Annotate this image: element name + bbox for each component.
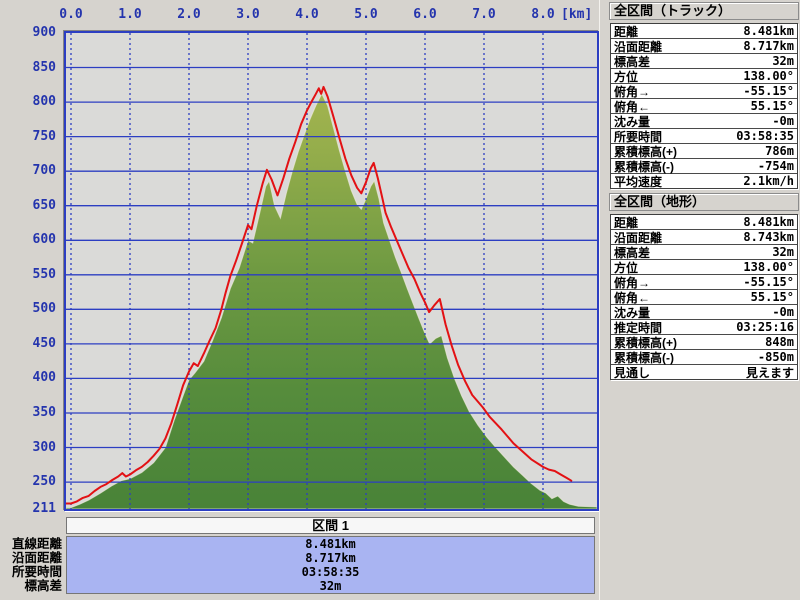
y-tick-label: 211 bbox=[4, 502, 56, 516]
y-tick-label: 800 bbox=[4, 95, 56, 109]
stat-value: 8.481km bbox=[743, 215, 794, 229]
y-tick-label: 700 bbox=[4, 164, 56, 178]
stat-value: -55.15° bbox=[743, 84, 794, 98]
y-tick-label: 400 bbox=[4, 371, 56, 385]
elevation-profile-window: { "colors": { "window_bg": "#d6d3ce", "p… bbox=[0, 0, 800, 600]
stat-value: -55.15° bbox=[743, 275, 794, 289]
terrain-section-title: 全区間（地形） bbox=[614, 194, 705, 209]
x-tick-label: 5.0 bbox=[354, 7, 377, 22]
segment-values-box: 8.481km8.717km03:58:3532m bbox=[66, 536, 595, 594]
terrain-stats-table: 距離8.481km沿面距離8.743km標高差32m方位138.00°俯角→-5… bbox=[610, 214, 798, 380]
y-tick-label: 900 bbox=[4, 26, 56, 40]
terrain-section-header: 全区間（地形） bbox=[609, 193, 799, 211]
track-stats-table: 距離8.481km沿面距離8.717km標高差32m方位138.00°俯角→-5… bbox=[610, 23, 798, 189]
stats-panel: 全区間（トラック） 距離8.481km沿面距離8.717km標高差32m方位13… bbox=[608, 0, 800, 600]
stat-value: 03:25:16 bbox=[736, 320, 794, 334]
x-tick-label: 7.0 bbox=[472, 7, 495, 22]
stat-row: 見通し 見えます bbox=[611, 365, 797, 379]
stat-value: 8.743km bbox=[743, 230, 794, 244]
stat-value: 848m bbox=[765, 335, 794, 349]
stat-value: 03:58:35 bbox=[736, 129, 794, 143]
stat-row: 標高差32m bbox=[611, 245, 797, 260]
segment-label: 沿面距離 bbox=[0, 551, 62, 565]
y-tick-label: 550 bbox=[4, 268, 56, 282]
segment-value: 8.717km bbox=[67, 551, 594, 565]
segment-label: 直線距離 bbox=[0, 537, 62, 551]
stat-value: -850m bbox=[758, 350, 794, 364]
stat-value: 32m bbox=[772, 245, 794, 259]
stat-label: 平均速度 bbox=[614, 173, 662, 190]
x-tick-label: 4.0 bbox=[295, 7, 318, 22]
y-tick-label: 450 bbox=[4, 337, 56, 351]
stat-value: 138.00° bbox=[743, 69, 794, 83]
stat-value: 2.1km/h bbox=[743, 174, 794, 188]
segment-value: 32m bbox=[67, 579, 594, 593]
x-tick-label: 2.0 bbox=[177, 7, 200, 22]
y-tick-label: 850 bbox=[4, 61, 56, 75]
y-tick-label: 650 bbox=[4, 199, 56, 213]
stat-value: 32m bbox=[772, 54, 794, 68]
stat-row: 標高差32m bbox=[611, 54, 797, 69]
stat-row: 平均速度 2.1km/h bbox=[611, 174, 797, 188]
elevation-plot-area[interactable] bbox=[64, 31, 599, 511]
segment-header: 区間 1 bbox=[66, 517, 595, 534]
track-section-title: 全区間（トラック） bbox=[614, 3, 731, 18]
stat-value: 138.00° bbox=[743, 260, 794, 274]
segment-label: 標高差 bbox=[0, 579, 62, 593]
x-tick-label: 1.0 bbox=[118, 7, 141, 22]
stat-value: 見えます bbox=[746, 364, 794, 381]
segment-value: 8.481km bbox=[67, 537, 594, 551]
segment-value: 03:58:35 bbox=[67, 565, 594, 579]
x-tick-label: 3.0 bbox=[236, 7, 259, 22]
segment-label: 所要時間 bbox=[0, 565, 62, 579]
stat-value: 55.15° bbox=[751, 290, 794, 304]
x-tick-label: 8.0 bbox=[531, 7, 554, 22]
track-section-header: 全区間（トラック） bbox=[609, 2, 799, 20]
stat-value: -0m bbox=[772, 305, 794, 319]
x-tick-label: 6.0 bbox=[413, 7, 436, 22]
stat-value: 55.15° bbox=[751, 99, 794, 113]
stat-value: -754m bbox=[758, 159, 794, 173]
x-tick-label: 0.0 bbox=[59, 7, 82, 22]
stat-value: -0m bbox=[772, 114, 794, 128]
stat-value: 8.481km bbox=[743, 24, 794, 38]
x-axis-unit-label: [km] bbox=[561, 7, 592, 22]
y-tick-label: 500 bbox=[4, 302, 56, 316]
y-tick-label: 600 bbox=[4, 233, 56, 247]
segment-title: 区間 1 bbox=[312, 518, 349, 533]
elevation-profile-svg bbox=[66, 33, 597, 509]
y-tick-label: 750 bbox=[4, 130, 56, 144]
elevation-chart-pane: 0.0 1.0 2.0 3.0 4.0 5.0 6.0 7.0 8.0 [km] 900 850 8… bbox=[0, 0, 600, 600]
stat-value: 786m bbox=[765, 144, 794, 158]
stat-label: 見通し bbox=[614, 364, 650, 381]
y-tick-label: 300 bbox=[4, 441, 56, 455]
y-tick-label: 350 bbox=[4, 406, 56, 420]
stat-value: 8.717km bbox=[743, 39, 794, 53]
y-tick-label: 250 bbox=[4, 475, 56, 489]
